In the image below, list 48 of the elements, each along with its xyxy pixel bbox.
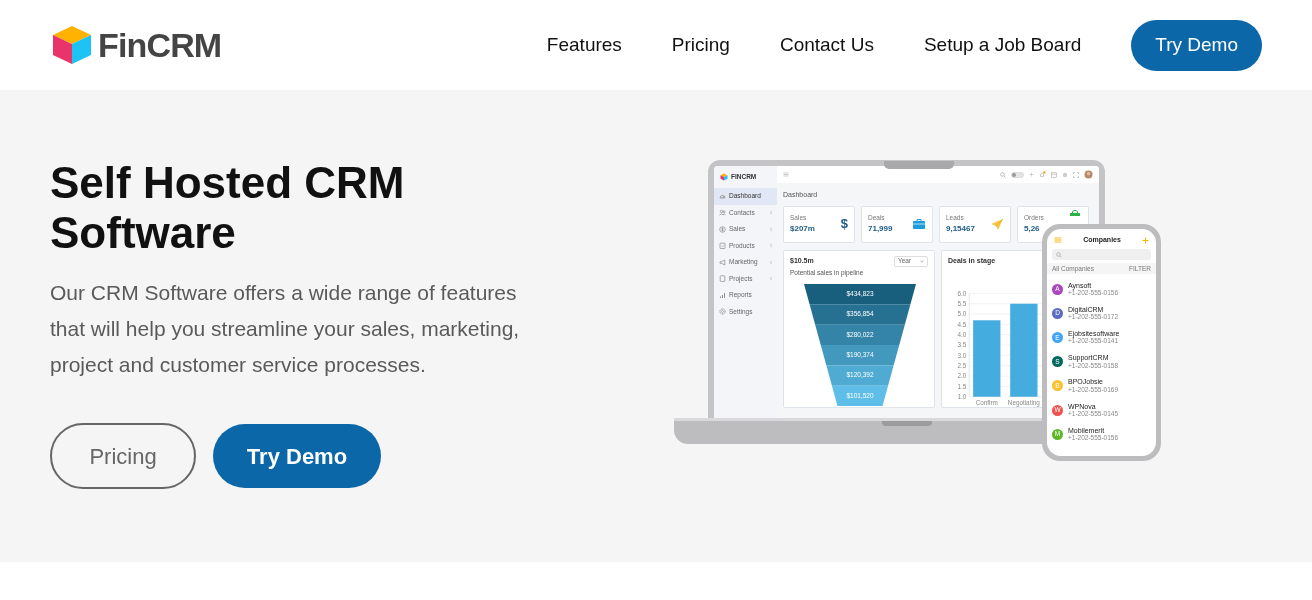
try-demo-button[interactable]: Try Demo — [1131, 19, 1262, 71]
clipboard-icon — [719, 242, 726, 250]
nav-link[interactable]: Features — [546, 30, 622, 60]
cube-logo-icon — [720, 173, 728, 181]
briefcase-icon — [912, 217, 926, 231]
dollar-circle-icon — [719, 225, 726, 233]
search-field[interactable] — [1052, 249, 1151, 260]
menu-icon — [1054, 237, 1062, 243]
page-icon — [719, 275, 726, 283]
chevron-icon — [769, 243, 773, 249]
circle-icon — [1062, 171, 1068, 178]
chevron-icon — [769, 259, 773, 265]
search-icon — [1000, 171, 1006, 178]
chevron-icon — [769, 276, 773, 282]
pricing-button[interactable]: Pricing — [50, 423, 196, 489]
dollar-sign: $ — [840, 215, 848, 234]
funnel-segment — [826, 365, 894, 386]
avatar-icon — [1084, 170, 1093, 179]
stat-value: $207m — [790, 224, 815, 233]
megaphone-icon — [719, 258, 726, 266]
menu-icon — [783, 172, 789, 177]
chevron-icon — [769, 210, 773, 216]
nav-link[interactable]: Pricing — [671, 30, 730, 60]
expand-icon — [1073, 171, 1079, 178]
nav-link[interactable]: Contact Us — [779, 30, 874, 60]
nav-link[interactable]: Setup a Job Board — [923, 30, 1082, 60]
paper-plane-icon — [990, 217, 1004, 231]
stat-value: 5,26 — [1024, 224, 1041, 233]
gauge-icon — [719, 192, 726, 200]
caret-icon — [920, 259, 924, 263]
calendar-icon — [1051, 171, 1057, 178]
plus-icon — [1029, 172, 1034, 177]
cube-logo-icon — [51, 24, 93, 66]
toggle-icon — [1011, 171, 1024, 178]
bar-chart-icon — [719, 291, 726, 299]
chevron-icon — [769, 226, 773, 232]
search-icon — [1056, 251, 1062, 258]
camera-notch — [884, 161, 954, 169]
hero-description: Our CRM Software offers a wide range of features that will help you streamline your sales, marketing, project and customer service processes. — [50, 280, 521, 378]
stat-value: 9,15467 — [946, 224, 975, 233]
try-demo-button[interactable]: Try Demo — [213, 424, 381, 488]
stat-value: 71,999 — [868, 224, 893, 233]
gear-icon — [719, 308, 726, 316]
hero-title: Self Hosted CRM Software — [50, 158, 406, 258]
people-icon — [719, 209, 726, 217]
plus-icon — [1142, 236, 1149, 244]
logo-text: FinCRM — [98, 24, 222, 66]
bell-icon — [1039, 171, 1046, 178]
